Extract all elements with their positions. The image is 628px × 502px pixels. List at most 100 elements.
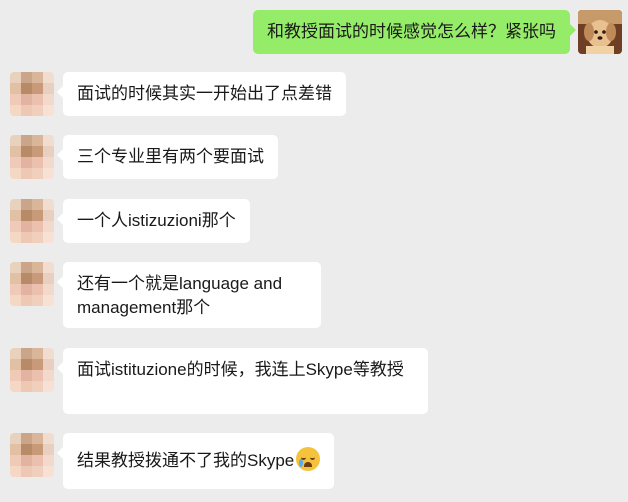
avatar-mosaic-pixel xyxy=(21,210,32,221)
avatar-mosaic-pixel xyxy=(10,295,21,306)
avatar-mosaic-pixel xyxy=(21,370,32,381)
avatar-mosaic-pixel xyxy=(21,94,32,105)
avatar-mosaic-pixel xyxy=(21,348,32,359)
avatar-mosaic-pixel xyxy=(43,72,54,83)
avatar-mosaic-pixel xyxy=(32,370,43,381)
avatar-mosaic-pixel xyxy=(32,284,43,295)
avatar-mosaic-pixel xyxy=(32,135,43,146)
received-bubble[interactable]: 面试的时候其实一开始出了点差错 xyxy=(57,72,346,116)
avatar-mosaic-pixel xyxy=(10,455,21,466)
message-text: 还有一个就是language and management那个 xyxy=(77,274,283,317)
received-bubble[interactable]: 还有一个就是language and management那个 xyxy=(57,262,321,328)
avatar-mosaic-pixel xyxy=(21,232,32,243)
avatar-mosaic-pixel xyxy=(21,83,32,94)
avatar-mosaic-pixel xyxy=(10,370,21,381)
avatar-mosaic-pixel xyxy=(21,105,32,116)
avatar-mosaic-pixel xyxy=(43,83,54,94)
avatar-mosaic-pixel xyxy=(32,348,43,359)
avatar-mosaic-pixel xyxy=(10,284,21,295)
avatar-mosaic-pixel xyxy=(32,455,43,466)
avatar-mosaic-pixel xyxy=(43,199,54,210)
avatar-mosaic-pixel xyxy=(43,370,54,381)
avatar-mosaic-pixel xyxy=(43,135,54,146)
sent-bubble[interactable]: 和教授面试的时候感觉怎么样？紧张吗 xyxy=(253,10,576,54)
avatar-mosaic-pixel xyxy=(32,381,43,392)
avatar-mosaic-pixel xyxy=(43,359,54,370)
avatar-mosaic-pixel xyxy=(43,157,54,168)
avatar-mosaic-pixel xyxy=(21,168,32,179)
avatar-mosaic-pixel xyxy=(21,284,32,295)
avatar-mosaic-pixel xyxy=(21,466,32,477)
avatar-mosaic-pixel xyxy=(32,94,43,105)
avatar-mosaic-pixel xyxy=(32,146,43,157)
avatar-mosaic-pixel xyxy=(10,83,21,94)
avatar-mosaic-pixel xyxy=(21,359,32,370)
avatar-mosaic-pixel xyxy=(10,232,21,243)
avatar-mosaic-pixel xyxy=(10,94,21,105)
received-bubble[interactable]: 一个人istizuzioni那个 xyxy=(57,199,250,243)
avatar-mosaic-pixel xyxy=(21,262,32,273)
avatar-mosaic-pixel xyxy=(21,221,32,232)
message-text: 一个人istizuzioni那个 xyxy=(77,211,236,230)
message-text: 三个专业里有两个要面试 xyxy=(77,147,264,166)
avatar-mosaic-pixel xyxy=(43,295,54,306)
avatar-mosaic-pixel xyxy=(10,433,21,444)
avatar-mosaic-pixel xyxy=(32,232,43,243)
avatar-mosaic-pixel xyxy=(21,273,32,284)
avatar-mosaic-pixel xyxy=(32,273,43,284)
avatar-mosaic-pixel xyxy=(10,348,21,359)
avatar-mosaic-pixel xyxy=(10,210,21,221)
received-bubble[interactable]: 三个专业里有两个要面试 xyxy=(57,135,278,179)
blurred-avatar-icon[interactable] xyxy=(10,262,54,306)
avatar-mosaic-pixel xyxy=(10,221,21,232)
avatar-mosaic-pixel xyxy=(43,348,54,359)
blurred-avatar-icon[interactable] xyxy=(10,135,54,179)
avatar-mosaic-pixel xyxy=(32,168,43,179)
avatar-mosaic-pixel xyxy=(21,135,32,146)
message-text: 结果教授拨通不了我的Skype xyxy=(77,451,295,470)
avatar-mosaic-pixel xyxy=(21,381,32,392)
avatar-mosaic-pixel xyxy=(10,273,21,284)
avatar-mosaic-pixel xyxy=(10,199,21,210)
avatar-mosaic-pixel xyxy=(10,262,21,273)
avatar-mosaic-pixel xyxy=(43,455,54,466)
received-bubble[interactable]: 面试istituzione的时候，我连上Skype等教授 xyxy=(57,348,428,414)
avatar-mosaic-pixel xyxy=(32,221,43,232)
avatar-mosaic-pixel xyxy=(32,433,43,444)
avatar-mosaic-pixel xyxy=(10,135,21,146)
avatar-mosaic-pixel xyxy=(32,83,43,94)
avatar-mosaic-pixel xyxy=(43,381,54,392)
avatar-mosaic-pixel xyxy=(43,232,54,243)
avatar-mosaic-pixel xyxy=(43,168,54,179)
avatar-mosaic-pixel xyxy=(21,72,32,83)
avatar-mosaic-pixel xyxy=(21,146,32,157)
avatar-mosaic-pixel xyxy=(32,359,43,370)
crying-face-emoji-icon xyxy=(296,447,321,471)
sent-text: 和教授面试的时候感觉怎么样？紧张吗 xyxy=(267,22,556,41)
avatar-mosaic-pixel xyxy=(21,199,32,210)
blurred-avatar-icon[interactable] xyxy=(10,348,54,392)
avatar-mosaic-pixel xyxy=(10,72,21,83)
avatar-mosaic-pixel xyxy=(10,146,21,157)
avatar-mosaic-pixel xyxy=(10,466,21,477)
sent-message-row: 和教授面试的时候感觉怎么样？紧张吗 xyxy=(0,10,628,54)
avatar-mosaic-pixel xyxy=(21,455,32,466)
blurred-avatar-icon[interactable] xyxy=(10,199,54,243)
avatar-mosaic-pixel xyxy=(21,444,32,455)
avatar-mosaic-pixel xyxy=(43,94,54,105)
dog-avatar-icon[interactable] xyxy=(578,10,622,54)
avatar-mosaic-pixel xyxy=(21,295,32,306)
avatar-mosaic-pixel xyxy=(10,157,21,168)
avatar-mosaic-pixel xyxy=(43,444,54,455)
blurred-avatar-icon[interactable] xyxy=(10,433,54,477)
received-bubble[interactable]: 结果教授拨通不了我的Skype xyxy=(56,433,335,489)
avatar-mosaic-pixel xyxy=(32,105,43,116)
avatar-mosaic-pixel xyxy=(43,284,54,295)
avatar-mosaic-pixel xyxy=(43,105,54,116)
avatar-mosaic-pixel xyxy=(32,466,43,477)
avatar-mosaic-pixel xyxy=(32,199,43,210)
avatar-mosaic-pixel xyxy=(32,262,43,273)
blurred-avatar-icon[interactable] xyxy=(10,72,54,116)
avatar-mosaic-pixel xyxy=(32,72,43,83)
avatar-mosaic-pixel xyxy=(10,105,21,116)
